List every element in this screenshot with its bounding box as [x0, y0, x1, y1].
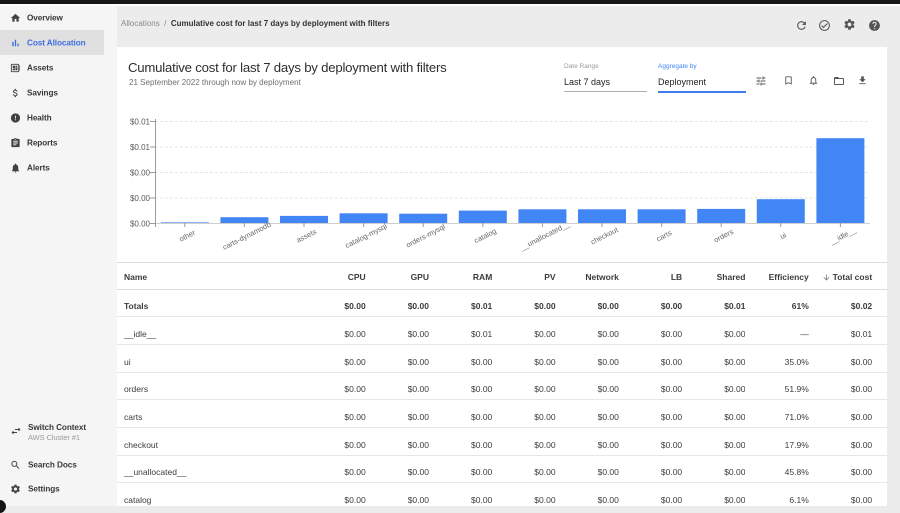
svg-text:$0.01: $0.01 — [130, 143, 151, 152]
svg-text:other: other — [178, 228, 198, 244]
svg-text:orders: orders — [712, 227, 735, 245]
svg-text:__idle__: __idle__ — [827, 225, 858, 247]
svg-text:ui: ui — [779, 230, 789, 241]
svg-text:__unallocated__: __unallocated__ — [518, 219, 572, 253]
svg-text:carts: carts — [655, 228, 674, 243]
svg-text:checkout: checkout — [589, 225, 619, 246]
svg-text:$0.00: $0.00 — [130, 194, 151, 203]
svg-text:orders-mysql: orders-mysql — [404, 222, 446, 250]
svg-text:$0.00: $0.00 — [130, 169, 151, 178]
svg-text:assets: assets — [295, 227, 318, 245]
svg-text:$0.00: $0.00 — [130, 220, 151, 229]
svg-text:catalog: catalog — [472, 226, 497, 245]
svg-text:catalog-mysql: catalog-mysql — [344, 221, 389, 250]
svg-text:carts-dynamodb: carts-dynamodb — [221, 220, 272, 252]
svg-text:$0.01: $0.01 — [130, 118, 151, 127]
